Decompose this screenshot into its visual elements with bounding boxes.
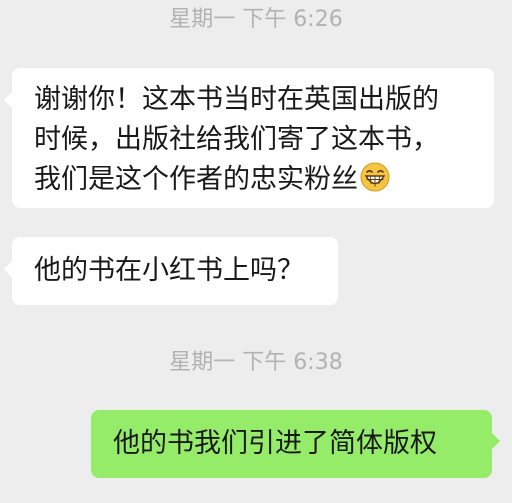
message-line: 谢谢你！这本书当时在英国出版的	[34, 84, 439, 115]
timestamp-divider: 星期一 下午 6:26	[169, 7, 343, 32]
message-text: 他的书我们引进了简体版权	[113, 428, 437, 459]
message-line-text: 我们是这个作者的忠实粉丝	[34, 164, 358, 195]
grinning-face-emoji-icon	[360, 162, 390, 192]
message-line: 时候，出版社给我们寄了这本书，	[34, 124, 439, 155]
timestamp-divider: 星期一 下午 6:38	[169, 350, 343, 375]
message-line: 我们是这个作者的忠实粉丝	[34, 160, 494, 200]
outgoing-message-bubble[interactable]: 他的书我们引进了简体版权	[91, 410, 500, 478]
incoming-message-bubble[interactable]: 他的书在小红书上吗？	[4, 237, 338, 305]
incoming-message-bubble[interactable]: 谢谢你！这本书当时在英国出版的 时候，出版社给我们寄了这本书， 我们是这个作者的…	[4, 68, 494, 208]
message-text: 他的书在小红书上吗？	[34, 255, 304, 286]
